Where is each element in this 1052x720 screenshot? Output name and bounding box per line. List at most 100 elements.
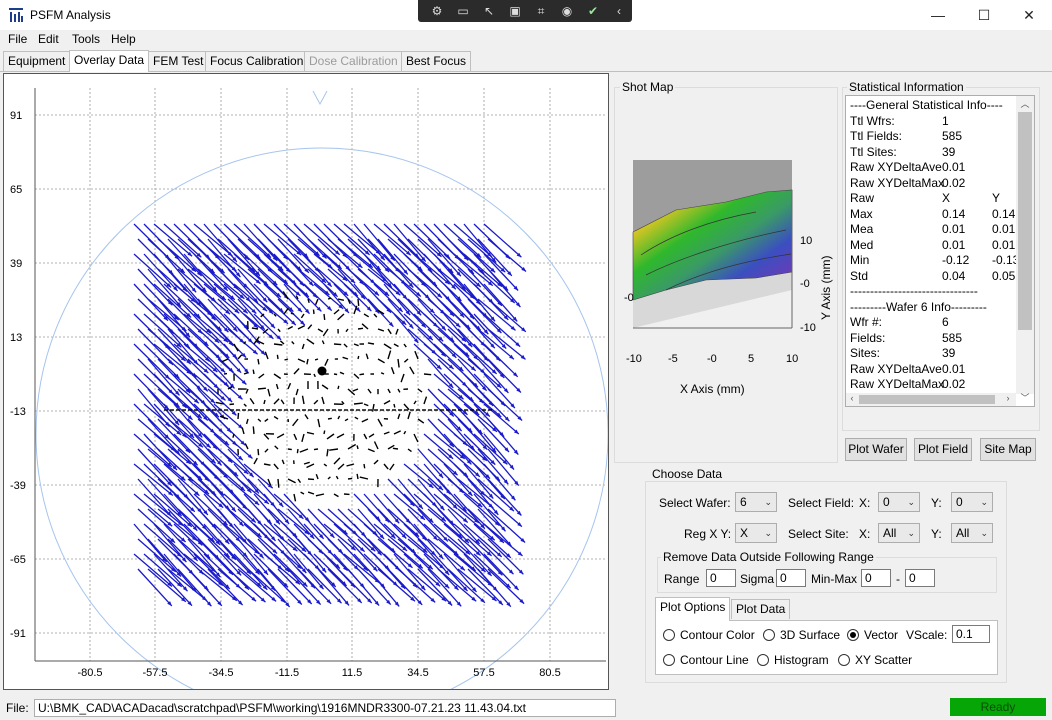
contour-line-radio[interactable] [663, 654, 675, 666]
y-tick-label: -13 [10, 406, 26, 418]
xy-scatter-radio[interactable] [838, 654, 850, 666]
range-input[interactable]: 0 [706, 569, 736, 587]
tab-fem-test[interactable]: FEM Test [148, 51, 209, 71]
shot-map-3d-plot[interactable]: -0 -10 -5 -0 5 10 X Axis (mm) 10 -0 -10 … [616, 150, 836, 400]
overlay-vector [299, 448, 309, 453]
check-icon[interactable]: ✔ [584, 3, 602, 19]
site-y-dropdown[interactable]: All ⌄ [951, 523, 993, 543]
plot-wafer-button[interactable]: Plot Wafer [845, 438, 907, 461]
settings-icon[interactable]: ⚙ [428, 3, 446, 19]
field-x-dropdown[interactable]: 0 ⌄ [878, 492, 920, 512]
wafer-vector-plot[interactable]: 91 65 39 13 -13 -39 -65 -91 -80.5 -57.5 -34.5 -11.… [3, 73, 609, 690]
overlay-vector [315, 473, 319, 480]
wafer-plot-canvas: 91 65 39 13 -13 -39 -65 -91 -80.5 -57.5 -34.5 -11.… [10, 88, 608, 689]
stats-line-cell: 6 [942, 315, 949, 329]
vector-radio[interactable] [847, 629, 859, 641]
overlay-vector [263, 399, 266, 405]
video-icon[interactable]: ▭ [454, 3, 472, 19]
stats-horizontal-scrollbar[interactable]: ‹ › [846, 393, 1016, 406]
3d-surface-radio[interactable] [763, 629, 775, 641]
overlay-vector [403, 430, 407, 435]
overlay-vector [387, 388, 391, 394]
site-x-dropdown[interactable]: All ⌄ [878, 523, 920, 543]
chevron-left-icon[interactable]: ‹ [610, 3, 628, 19]
tab-best-focus[interactable]: Best Focus [401, 51, 472, 71]
contour-color-label[interactable]: Contour Color [680, 628, 755, 642]
stats-scroll-thumb[interactable] [1018, 112, 1032, 330]
scroll-left-icon[interactable]: ‹ [846, 393, 858, 406]
close-button[interactable]: ✕ [1006, 0, 1052, 30]
tab-overlay-data[interactable]: Overlay Data [69, 50, 150, 72]
overlay-vector [306, 338, 315, 345]
tab-focus-calibration[interactable]: Focus Calibration [205, 51, 309, 71]
maximize-button[interactable]: ☐ [961, 0, 1007, 30]
contour-color-radio[interactable] [663, 629, 675, 641]
overlay-vector [487, 298, 527, 333]
tab-plot-options[interactable]: Plot Options [655, 597, 731, 621]
overlay-vector [393, 343, 399, 348]
file-path-field[interactable]: U:\BMK_CAD\ACADacad\scratchpad\PSFM\work… [34, 699, 616, 717]
scroll-right-icon[interactable]: › [1002, 393, 1014, 406]
site-x-label: X: [859, 527, 871, 541]
overlay-vector [377, 418, 383, 427]
xy-scatter-label[interactable]: XY Scatter [855, 653, 912, 667]
tab-plot-data[interactable]: Plot Data [731, 599, 791, 619]
stats-line-cell: 0.01 [992, 222, 1016, 236]
overlay-vector [237, 412, 240, 420]
overlay-vector [307, 324, 313, 330]
overlay-vector [337, 415, 341, 420]
tab-equipment[interactable]: Equipment [3, 51, 71, 71]
histogram-label[interactable]: Histogram [774, 653, 829, 667]
menu-edit[interactable]: Edit [38, 32, 59, 46]
chevron-down-icon: ⌄ [764, 497, 772, 507]
overlay-vector [427, 418, 455, 448]
stats-hscroll-thumb[interactable] [859, 395, 995, 404]
overlay-vector [245, 418, 249, 425]
field-y-dropdown[interactable]: 0 ⌄ [951, 492, 993, 512]
histogram-radio[interactable] [757, 654, 769, 666]
scroll-down-icon[interactable]: ﹀ [1016, 392, 1034, 404]
menu-tools[interactable]: Tools [72, 32, 100, 46]
vscale-input[interactable]: 0.1 [952, 625, 990, 643]
stats-line-cell: Ttl Sites: [850, 144, 897, 159]
select-wafer-dropdown[interactable]: 6 ⌄ [735, 492, 777, 512]
overlay-vector [453, 433, 488, 462]
overlay-vector [273, 463, 279, 470]
stats-listbox[interactable]: ----General Statistical Info---- Ttl Wfrs… [845, 95, 1035, 407]
stats-line-cell: 0.01 [942, 160, 966, 174]
field-x-label: X: [859, 496, 871, 510]
overlay-vector [356, 473, 359, 480]
scroll-up-icon[interactable]: ︿ [1016, 96, 1034, 112]
crop-icon[interactable]: ⌗ [532, 3, 550, 19]
x-tick-label: 57.5 [473, 667, 494, 679]
square-icon[interactable]: ▣ [506, 3, 524, 19]
overlay-vector [321, 384, 329, 390]
overlay-vector [403, 358, 409, 363]
plot-field-button[interactable]: Plot Field [914, 438, 972, 461]
stats-line-cell: Wfr #: [850, 315, 882, 329]
broadcast-icon[interactable]: ◉ [558, 3, 576, 19]
max-input[interactable]: 0 [905, 569, 935, 587]
vscale-label: VScale: [906, 628, 948, 642]
overlay-vector [337, 463, 345, 470]
overlay-vector [342, 356, 349, 360]
status-indicator: Ready [950, 698, 1046, 716]
minimize-button[interactable]: — [915, 0, 961, 30]
minmax-label: Min-Max [811, 572, 858, 586]
contour-line-label[interactable]: Contour Line [680, 653, 749, 667]
cursor-icon[interactable]: ↖ [480, 3, 498, 19]
menu-help[interactable]: Help [111, 32, 136, 46]
stats-vertical-scrollbar[interactable]: ︿ ﹀ [1016, 96, 1034, 403]
3d-surface-label[interactable]: 3D Surface [780, 628, 840, 642]
overlay-vector [389, 463, 395, 471]
shot-map-x-axis-label: X Axis (mm) [680, 382, 745, 396]
overlay-vector [344, 418, 349, 422]
overlay-vector [327, 476, 331, 480]
menu-file[interactable]: File [8, 32, 27, 46]
overlay-vector [293, 368, 300, 375]
min-input[interactable]: 0 [861, 569, 891, 587]
reg-xy-dropdown[interactable]: X ⌄ [735, 523, 777, 543]
vector-label[interactable]: Vector [864, 628, 898, 642]
sigma-input[interactable]: 0 [776, 569, 806, 587]
site-map-button[interactable]: Site Map [980, 438, 1036, 461]
